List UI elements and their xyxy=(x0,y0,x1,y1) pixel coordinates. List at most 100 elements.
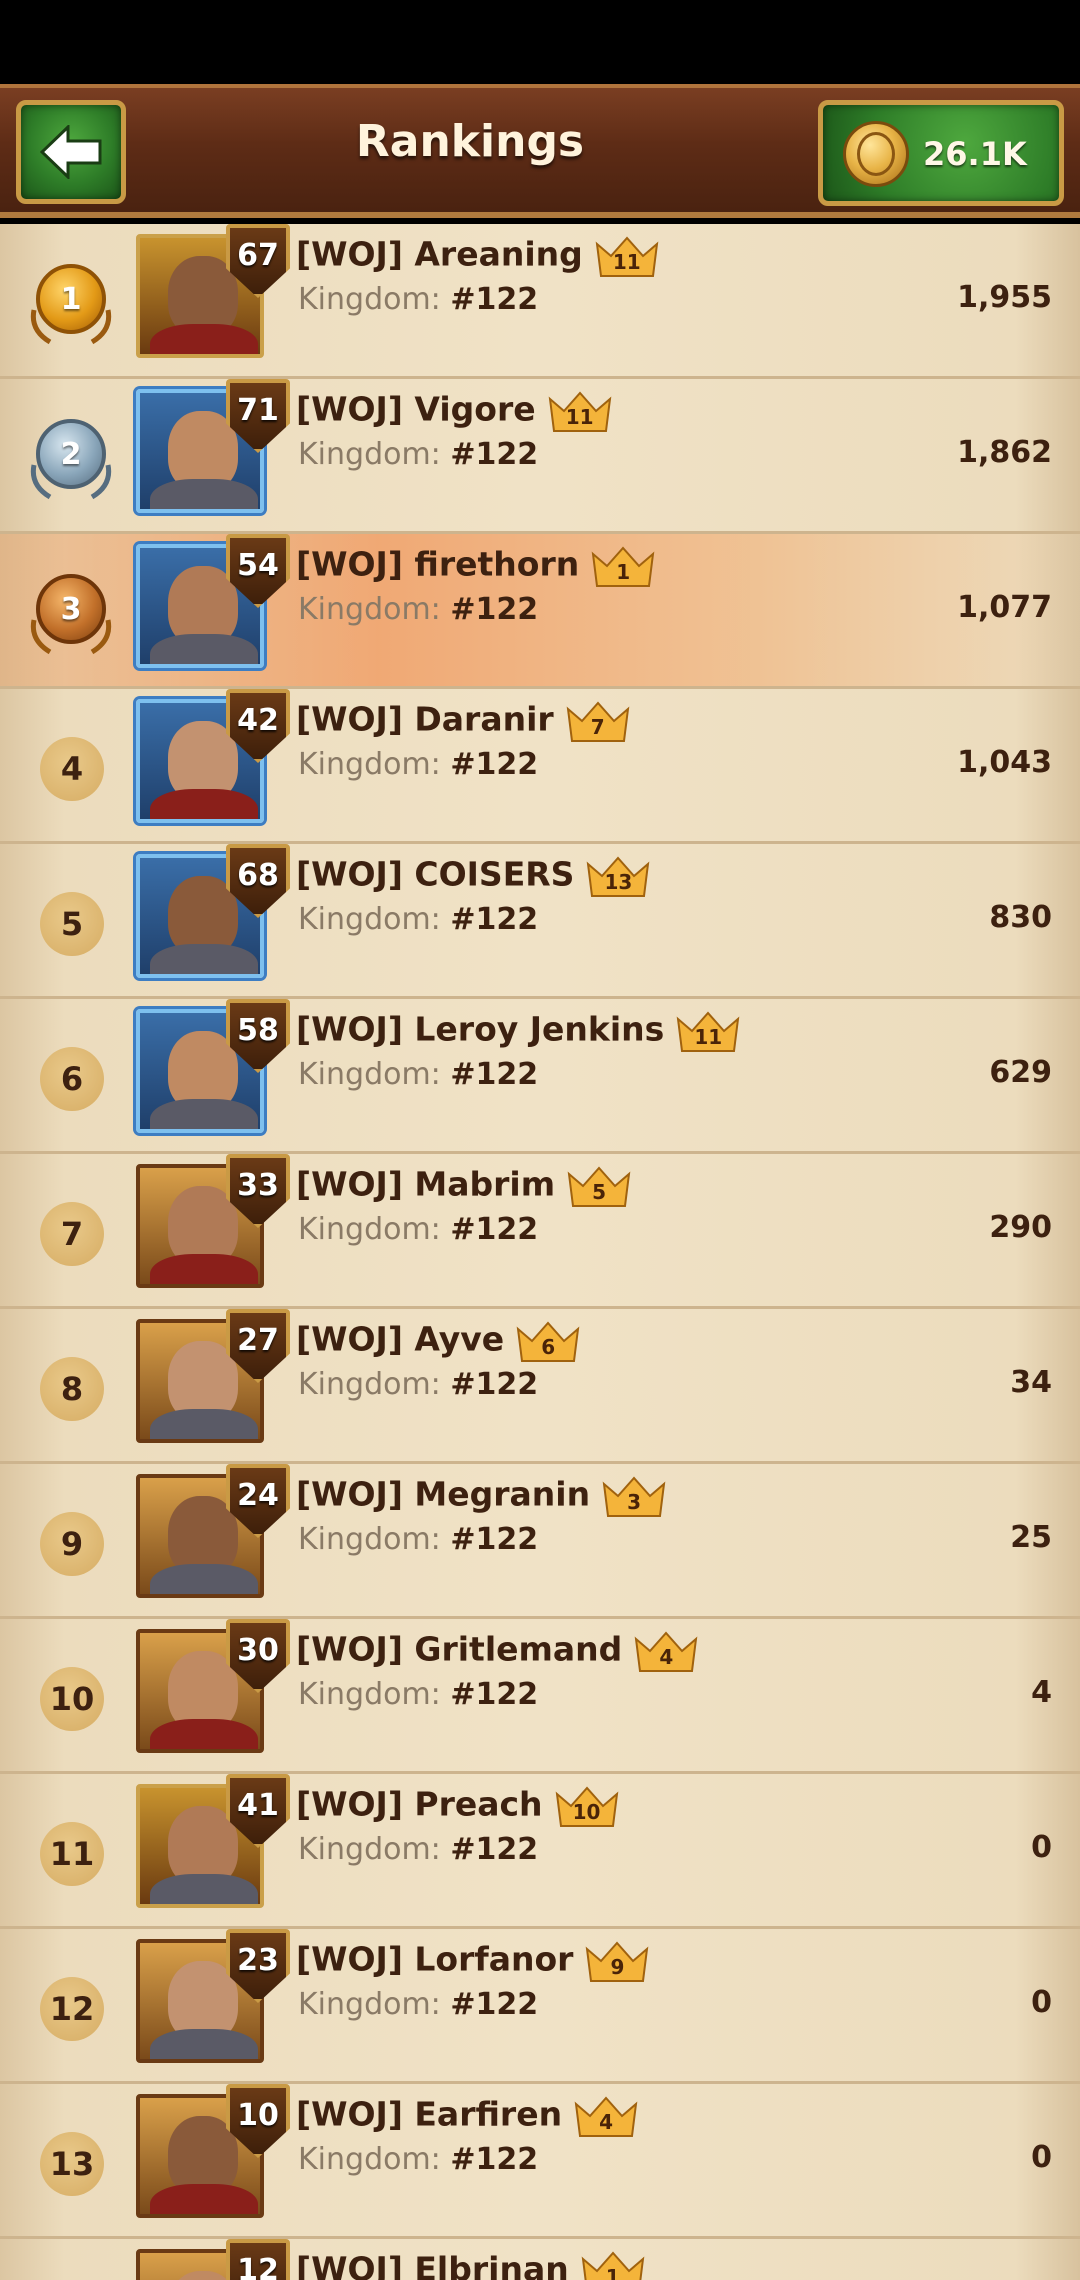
player-level: 12 xyxy=(237,2253,279,2280)
ranking-row[interactable]: 11 41 [WOJ] Preach 10 Kingdom: #122 0 xyxy=(0,1774,1080,1929)
kingdom-info: Kingdom: #122 xyxy=(298,1987,538,2022)
crown-value: 11 xyxy=(565,405,594,429)
back-button[interactable] xyxy=(16,100,126,204)
kingdom-label: Kingdom: xyxy=(298,282,441,317)
ranking-row[interactable]: 7 33 [WOJ] Mabrim 5 Kingdom: #122 290 xyxy=(0,1154,1080,1309)
player-name-line: [WOJ] firethorn 1 xyxy=(296,544,657,588)
crown-icon: 1 xyxy=(589,544,657,588)
kingdom-info: Kingdom: #122 xyxy=(298,1367,538,1402)
ranking-row[interactable]: 2 71 [WOJ] Vigore 11 Kingdom: #122 1,862 xyxy=(0,379,1080,534)
kingdom-value: #122 xyxy=(450,282,539,317)
kingdom-info: Kingdom: #122 xyxy=(298,1522,538,1557)
ranking-row[interactable]: 12 23 [WOJ] Lorfanor 9 Kingdom: #122 0 xyxy=(0,1929,1080,2084)
crown-value: 11 xyxy=(612,250,641,274)
kingdom-value: #122 xyxy=(450,747,539,782)
player-level: 10 xyxy=(237,2098,279,2133)
ranking-row[interactable]: 9 24 [WOJ] Megranin 3 Kingdom: #122 25 xyxy=(0,1464,1080,1619)
player-name: [WOJ] COISERS xyxy=(296,854,575,894)
crown-icon: 11 xyxy=(674,1009,742,1053)
page-title: Rankings xyxy=(355,116,585,167)
crown-value: 3 xyxy=(627,1490,642,1514)
player-name: [WOJ] Areaning xyxy=(296,234,583,274)
avatar-body xyxy=(150,2184,258,2214)
crown-icon: 6 xyxy=(514,1319,582,1363)
ranking-row[interactable]: 12[WOJ] Elbrinan1Kingdom: #122 xyxy=(0,2239,1080,2280)
crown-icon: 4 xyxy=(632,1629,700,1673)
player-name-line: [WOJ] Elbrinan 1 xyxy=(296,2249,647,2280)
ranking-row[interactable]: 1 67 [WOJ] Areaning 11 Kingdom: #122 1,955 xyxy=(0,224,1080,379)
rank-number: 12 xyxy=(40,1977,104,2041)
rank-number: 8 xyxy=(40,1357,104,1421)
rankings-list[interactable]: 1 67 [WOJ] Areaning 11 Kingdom: #122 1,955 2 71… xyxy=(0,224,1080,2280)
avatar-body xyxy=(150,479,258,509)
avatar-body xyxy=(150,324,258,354)
rank-number: 3 xyxy=(36,574,106,644)
player-name: [WOJ] Earfiren xyxy=(296,2094,563,2134)
coin-icon xyxy=(843,121,909,187)
ranking-row[interactable]: 6 58 [WOJ] Leroy Jenkins 11 Kingdom: #122 629 xyxy=(0,999,1080,1154)
player-name: [WOJ] Gritlemand xyxy=(296,1629,623,1669)
ranking-row[interactable]: 13 10 [WOJ] Earfiren 4 Kingdom: #122 0 xyxy=(0,2084,1080,2239)
avatar-body xyxy=(150,1254,258,1284)
crown-value: 4 xyxy=(599,2110,614,2134)
player-level: 71 xyxy=(237,393,279,428)
crown-value: 10 xyxy=(572,1800,601,1824)
kingdom-info: Kingdom: #122 xyxy=(298,1212,538,1247)
header-bar: Rankings 26.1K xyxy=(0,84,1080,218)
kingdom-label: Kingdom: xyxy=(298,592,441,627)
player-name: [WOJ] firethorn xyxy=(296,544,580,584)
player-score: 1,862 xyxy=(957,435,1052,470)
player-name: [WOJ] Ayve xyxy=(296,1319,505,1359)
avatar-body xyxy=(150,1874,258,1904)
rank-number: 7 xyxy=(40,1202,104,1266)
player-name: [WOJ] Elbrinan xyxy=(296,2249,569,2280)
kingdom-label: Kingdom: xyxy=(298,747,441,782)
player-name: [WOJ] Vigore xyxy=(296,389,536,429)
ranking-row[interactable]: 10 30 [WOJ] Gritlemand 4 Kingdom: #122 4 xyxy=(0,1619,1080,1774)
currency-button[interactable]: 26.1K xyxy=(818,100,1064,206)
rank-medal-icon: 1 xyxy=(28,260,114,346)
player-level: 30 xyxy=(237,1633,279,1668)
rank-medal-icon: 3 xyxy=(28,570,114,656)
kingdom-label: Kingdom: xyxy=(298,1987,441,2022)
player-name-line: [WOJ] Daranir 7 xyxy=(296,699,632,743)
avatar-body xyxy=(150,2029,258,2059)
player-level: 23 xyxy=(237,1943,279,1978)
crown-icon: 4 xyxy=(572,2094,640,2138)
kingdom-value: #122 xyxy=(450,437,539,472)
rank-number: 13 xyxy=(40,2132,104,2196)
avatar-body xyxy=(150,1409,258,1439)
player-level: 68 xyxy=(237,858,279,893)
kingdom-label: Kingdom: xyxy=(298,1057,441,1092)
avatar-body xyxy=(150,634,258,664)
crown-value: 1 xyxy=(605,2265,620,2280)
player-score: 4 xyxy=(1031,1675,1052,1710)
player-name-line: [WOJ] Lorfanor 9 xyxy=(296,1939,651,1983)
ranking-row[interactable]: 4 42 [WOJ] Daranir 7 Kingdom: #122 1,043 xyxy=(0,689,1080,844)
rank-number: 1 xyxy=(36,264,106,334)
crown-icon: 11 xyxy=(593,234,661,278)
ranking-row[interactable]: 5 68 [WOJ] COISERS 13 Kingdom: #122 830 xyxy=(0,844,1080,999)
kingdom-value: #122 xyxy=(450,1832,539,1867)
kingdom-value: #122 xyxy=(450,1522,539,1557)
kingdom-info: Kingdom: #122 xyxy=(298,1832,538,1867)
kingdom-label: Kingdom: xyxy=(298,2142,441,2177)
crown-value: 1 xyxy=(616,560,631,584)
kingdom-label: Kingdom: xyxy=(298,1522,441,1557)
ranking-row[interactable]: 3 54 [WOJ] firethorn 1 Kingdom: #122 1,077 xyxy=(0,534,1080,689)
kingdom-label: Kingdom: xyxy=(298,1677,441,1712)
kingdom-info: Kingdom: #122 xyxy=(298,1057,538,1092)
player-score: 629 xyxy=(989,1055,1052,1090)
ranking-row[interactable]: 8 27 [WOJ] Ayve 6 Kingdom: #122 34 xyxy=(0,1309,1080,1464)
crown-value: 13 xyxy=(604,870,633,894)
kingdom-value: #122 xyxy=(450,592,539,627)
back-arrow-icon xyxy=(40,125,102,179)
player-name-line: [WOJ] Gritlemand 4 xyxy=(296,1629,700,1673)
kingdom-value: #122 xyxy=(450,2142,539,2177)
player-name: [WOJ] Preach xyxy=(296,1784,543,1824)
crown-value: 9 xyxy=(610,1955,625,1979)
kingdom-value: #122 xyxy=(450,1987,539,2022)
kingdom-value: #122 xyxy=(450,1212,539,1247)
avatar-body xyxy=(150,1099,258,1129)
player-level: 42 xyxy=(237,703,279,738)
